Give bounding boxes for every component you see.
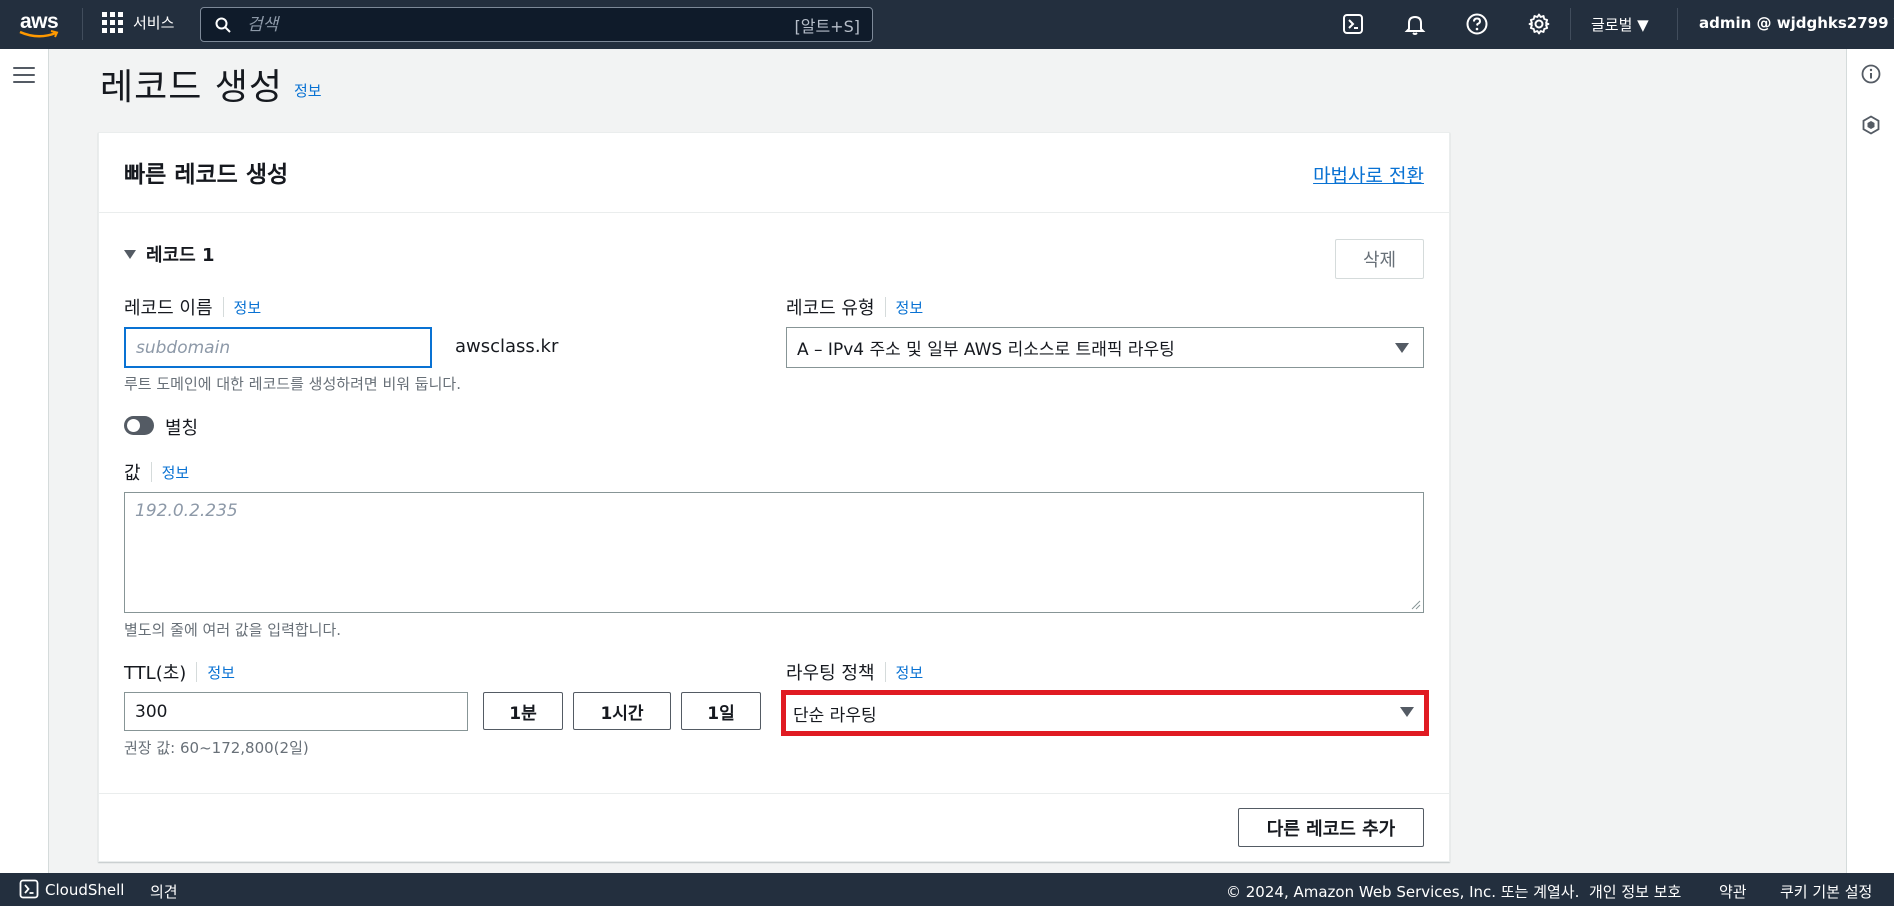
cloudshell-icon[interactable] [19,879,39,899]
services-label: 서비스 [133,14,175,32]
console-footer: CloudShell 의견 © 2024, Amazon Web Service… [0,873,1894,906]
domain-suffix: awsclass.kr [455,336,559,357]
record-type-info-link[interactable]: 정보 [896,297,924,318]
info-panel-icon[interactable] [1861,64,1881,84]
caret-down-icon [1400,707,1414,717]
label-divider [222,297,224,317]
record-name-info-link[interactable]: 정보 [234,297,262,318]
top-navigation: aws 서비스 [알트+S] 글로벌 ▼ admin @ wjdghks2799… [0,0,1894,49]
cloudshell-link[interactable]: CloudShell [45,881,124,899]
nav-divider [1570,8,1571,40]
region-selector[interactable]: 글로벌 ▼ [1591,14,1649,35]
card-title: 빠른 레코드 생성 [124,162,289,188]
cookie-preferences-link[interactable]: 쿠키 기본 설정 [1780,881,1872,902]
routing-policy-label-row: 라우팅 정책 정보 [786,659,923,685]
resize-grip-icon[interactable] [1411,600,1421,610]
aws-smile-icon [19,30,59,38]
value-textarea[interactable] [124,492,1424,613]
add-another-record-button[interactable]: 다른 레코드 추가 [1238,808,1424,847]
right-side-rail [1846,49,1894,873]
caret-down-icon [1395,343,1409,353]
label-divider [196,662,198,682]
privacy-link[interactable]: 개인 정보 보호 [1589,881,1681,902]
record-type-label: 레코드 유형 [786,298,875,319]
record-name-label: 레코드 이름 [124,298,213,319]
record-name-hint: 루트 도메인에 대한 레코드를 생성하려면 비워 둡니다. [124,375,461,393]
value-hint: 별도의 줄에 여러 값을 입력합니다. [124,621,342,639]
services-menu-button[interactable]: 서비스 [102,12,174,33]
routing-policy-info-link[interactable]: 정보 [896,662,924,683]
ttl-label: TTL(초) [124,663,187,684]
ttl-label-row: TTL(초) 정보 [124,659,235,685]
value-info-link[interactable]: 정보 [162,462,190,483]
routing-policy-select[interactable]: 단순 라우팅 [781,690,1429,736]
services-grid-icon [102,12,123,33]
delete-record-button[interactable]: 삭제 [1335,239,1424,279]
account-menu[interactable]: admin @ wjdghks2799 ▼ [1699,14,1894,32]
record-type-value: A – IPv4 주소 및 일부 AWS 리소스로 트래픽 라우팅 [797,340,1175,360]
terms-link[interactable]: 약관 [1719,881,1747,902]
ttl-1-day-button[interactable]: 1일 [681,692,761,730]
ttl-input[interactable] [124,692,468,731]
value-label-row: 값 정보 [124,459,189,485]
search-box[interactable]: [알트+S] [200,7,873,42]
caret-down-icon [124,249,136,259]
search-input[interactable] [247,14,795,35]
page-title: 레코드 생성 [100,67,284,108]
label-divider [884,662,886,682]
routing-policy-label: 라우팅 정책 [786,663,875,684]
alias-toggle[interactable] [124,416,154,435]
value-label: 값 [124,463,141,484]
ttl-hint: 권장 값: 60~172,800(2일) [124,739,309,757]
nav-divider [1677,8,1678,40]
search-shortcut-hint: [알트+S] [794,16,861,36]
record-name-label-row: 레코드 이름 정보 [124,294,261,320]
aws-logo[interactable]: aws [18,10,62,40]
quick-record-creation-card: 빠른 레코드 생성 마법사로 전환 레코드 1 삭제 레코드 이름 정보 aws… [98,132,1450,862]
label-divider [884,297,886,317]
record-type-select[interactable]: A – IPv4 주소 및 일부 AWS 리소스로 트래픽 라우팅 [786,327,1424,368]
help-icon[interactable] [1465,12,1489,36]
routing-policy-value: 단순 라우팅 [793,705,877,726]
switch-to-wizard-link[interactable]: 마법사로 전환 [1313,161,1424,188]
menu-hamburger-icon[interactable] [13,67,35,85]
toggle-knob [127,419,140,432]
feature-hexagon-icon[interactable] [1861,115,1881,135]
feedback-link[interactable]: 의견 [150,881,178,902]
nav-divider [82,8,83,40]
record-name-input[interactable] [124,327,432,368]
settings-gear-icon[interactable] [1527,12,1551,36]
notifications-bell-icon[interactable] [1403,12,1427,36]
ttl-1-minute-button[interactable]: 1분 [483,692,563,730]
ttl-1-hour-button[interactable]: 1시간 [573,692,671,730]
record-type-label-row: 레코드 유형 정보 [786,294,923,320]
left-side-rail [0,49,49,873]
cloudshell-icon[interactable] [1341,12,1365,36]
label-divider [150,462,152,482]
alias-label: 별칭 [165,418,199,439]
copyright-text: © 2024, Amazon Web Services, Inc. 또는 계열사… [1226,883,1580,901]
search-icon [215,17,231,33]
record-section-toggle[interactable]: 레코드 1 [124,241,214,267]
record-heading: 레코드 1 [146,245,215,266]
ttl-info-link[interactable]: 정보 [207,662,235,683]
card-header: 빠른 레코드 생성 마법사로 전환 [99,133,1449,213]
page-title-info-link[interactable]: 정보 [294,80,322,101]
